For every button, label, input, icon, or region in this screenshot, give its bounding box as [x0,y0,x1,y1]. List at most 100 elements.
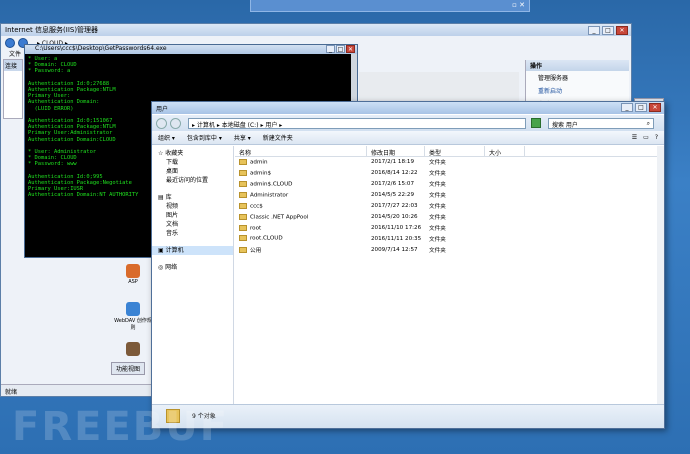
tab-feature-view[interactable]: 功能视图 [111,362,146,375]
iis-title: Internet 信息服务(IIS)管理器 [5,26,99,34]
background-window-tab: ▫ ✕ [250,0,530,12]
window-controls[interactable]: ▫ ✕ [512,1,525,9]
action-manage-server: 管理服务器 [538,75,569,82]
feature-label: WebDAV 创作规则 [114,318,152,331]
file-name: admin$.CLOUD [235,180,367,187]
file-type: 文件夹 [429,225,446,232]
file-row[interactable]: admin 2017/2/1 18:19 文件夹 [235,157,664,168]
file-row[interactable]: root 2016/11/10 17:26 文件夹 [235,222,664,233]
close-button[interactable]: ✕ [346,45,355,53]
explorer-window: 用户 _ □ ✕ ▸ 计算机 ▸ 本地磁盘 (C:) ▸ 用户 ▸ 搜索 用户 ⌕ 组… [151,101,665,429]
feature-asp[interactable]: ASP [113,264,153,285]
refresh-button[interactable] [531,118,541,128]
connections-label: 连接 [4,60,22,71]
connections-pane: 连接 [3,59,23,119]
nav-computer[interactable]: ▣ 计算机 [152,246,233,255]
nav-documents[interactable]: 文档 [152,220,233,229]
nav-desktop[interactable]: 桌面 [152,167,233,176]
folder-icon [239,191,247,198]
file-row[interactable]: admin$.CLOUD 2017/2/6 15:07 文件夹 [235,179,664,190]
nav-label: 计算机 [165,247,184,254]
action-restart[interactable]: 重新启动 [526,84,629,97]
file-date: 2017/7/27 22:03 [371,203,418,209]
maximize-button[interactable]: □ [602,25,614,35]
file-name: 公用 [235,246,367,254]
menu-file[interactable]: 文件 [1,49,21,58]
file-row[interactable]: root.CLOUD 2016/11/11 20:35 文件夹 [235,233,664,244]
file-type: 文件夹 [429,204,446,210]
folder-icon [239,202,247,209]
column-size[interactable]: 大小 [485,146,525,157]
file-name: root [235,224,367,231]
file-date: 2014/5/20 10:26 [371,213,418,220]
preview-pane-icon[interactable]: ▭ [643,134,649,141]
organize-button[interactable]: 组织 ▾ [158,133,175,142]
nav-libraries[interactable]: ▤ 库 [152,193,233,202]
vertical-scrollbar[interactable] [657,146,664,404]
back-button[interactable] [156,117,167,129]
maximize-button[interactable]: □ [635,103,647,112]
file-row[interactable]: 公用 2009/7/14 12:57 文件夹 [235,244,664,255]
address-bar[interactable]: ▸ 计算机 ▸ 本地磁盘 (C:) ▸ 用户 ▸ [188,117,526,129]
file-type: 文件夹 [429,247,446,254]
nav-label: 网络 [165,264,178,271]
column-date[interactable]: 修改日期 [367,146,425,157]
close-button[interactable]: ✕ [649,103,661,112]
asp-icon [126,264,140,278]
nav-favorites[interactable]: ☆ 收藏夹 [152,149,233,158]
file-row[interactable]: Administrator 2014/5/5 22:29 文件夹 [235,190,664,201]
folder-icon [239,159,247,166]
file-date: 2016/8/14 12:22 [371,170,418,177]
search-input[interactable]: 搜索 用户 ⌕ [548,117,654,129]
minimize-button[interactable]: _ [621,103,633,112]
maximize-button[interactable]: □ [336,45,345,53]
file-date: 2009/7/14 12:57 [371,246,418,253]
nav-music[interactable]: 音乐 [152,229,233,238]
column-type[interactable]: 类型 [425,146,485,157]
forward-button[interactable] [170,117,181,129]
minimize-button[interactable]: _ [326,45,335,53]
new-folder-button[interactable]: 新建文件夹 [263,133,293,142]
close-button[interactable]: ✕ [616,25,628,35]
folder-icon [239,213,247,220]
nav-videos[interactable]: 视频 [152,202,233,211]
folder-icon [239,224,247,231]
feature-label: ASP [128,279,138,285]
folder-icon [239,180,247,187]
nav-network[interactable]: ◎ 网络 [152,263,233,272]
file-type: 文件夹 [429,236,446,243]
file-name: admin [235,159,367,166]
column-name[interactable]: 名称 [235,146,367,157]
back-button[interactable] [5,38,15,48]
file-date: 2014/5/5 22:29 [371,192,415,199]
file-row[interactable]: admin$ 2016/8/14 12:22 文件夹 [235,168,664,179]
file-type: 文件夹 [429,193,446,200]
nav-recent[interactable]: 最近访问的位置 [152,176,233,185]
file-date: 2016/11/10 17:26 [371,224,422,231]
share-button[interactable]: 共享 ▾ [234,133,251,142]
include-library-button[interactable]: 包含到库中 ▾ [187,133,222,142]
folder-icon [239,235,247,242]
feature-webdav[interactable]: WebDAV 创作规则 [113,302,153,331]
explorer-titlebar: 用户 _ □ ✕ [152,102,664,114]
console-title: C:\Users\ccc$\Desktop\GetPasswords64.exe [35,45,167,52]
nav-downloads[interactable]: 下载 [152,158,233,167]
file-type: 文件夹 [429,171,446,178]
file-name: Classic .NET AppPool [235,213,367,220]
file-type: 文件夹 [429,214,446,221]
file-row[interactable]: ccc$ 2017/7/27 22:03 文件夹 [235,201,664,212]
file-name: Administrator [235,191,367,198]
feature-users[interactable] [113,342,153,357]
minimize-button[interactable]: _ [588,25,600,35]
iis-titlebar: Internet 信息服务(IIS)管理器 _ □ ✕ [1,24,631,36]
navigation-pane: ☆ 收藏夹 下载 桌面 最近访问的位置 ▤ 库 视频 图片 文档 音乐 ▣ 计算… [152,146,234,404]
view-options-icon[interactable]: ☰ [632,134,637,141]
explorer-title: 用户 [156,106,169,113]
help-icon[interactable]: ? [655,134,658,141]
file-name: ccc$ [235,202,367,209]
nav-pictures[interactable]: 图片 [152,211,233,220]
file-name: admin$ [235,170,367,177]
file-rows: admin 2017/2/1 18:19 文件夹 admin$ 2016/8/14 12… [235,157,664,255]
file-row[interactable]: Classic .NET AppPool 2014/5/20 10:26 文件夹 [235,211,664,222]
file-date: 2017/2/6 15:07 [371,181,415,188]
